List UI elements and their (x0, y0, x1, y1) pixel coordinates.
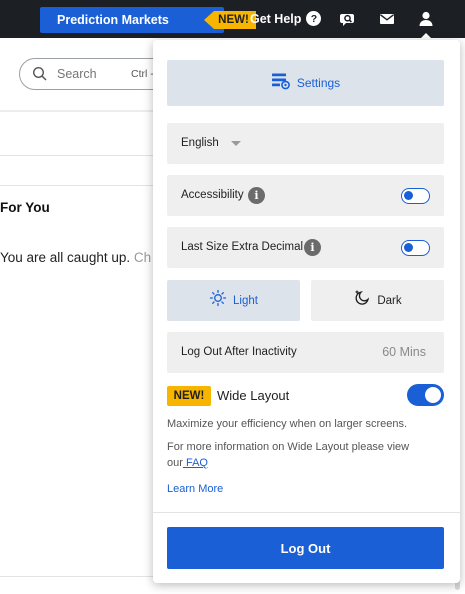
last-size-label: Last Size Extra Decimal (181, 241, 304, 253)
wide-layout-new-badge: NEW! (167, 386, 211, 406)
language-value: English (181, 137, 219, 149)
footer-divider (0, 576, 160, 577)
caught-up-text: You are all caught up. (0, 250, 131, 265)
toggle-knob (425, 387, 441, 403)
toggle-knob (404, 243, 413, 252)
question-circle-icon: ? (306, 11, 322, 26)
sun-icon (209, 289, 227, 312)
last-size-toggle[interactable] (401, 240, 430, 256)
wide-layout-title: Wide Layout (217, 388, 290, 403)
light-theme-button[interactable]: Light (167, 280, 300, 321)
header-divider (0, 110, 160, 112)
user-icon[interactable] (417, 10, 435, 28)
caught-up-message: You are all caught up. Ch (0, 250, 151, 265)
dark-theme-label: Dark (377, 294, 402, 307)
for-you-heading: For You (0, 200, 50, 215)
search-icon (32, 66, 48, 87)
panel-divider (153, 512, 460, 513)
account-settings-panel: Settings English Accessibility i Last Si… (153, 40, 460, 583)
dark-theme-button[interactable]: Dark (311, 280, 444, 321)
mail-icon[interactable] (378, 10, 396, 28)
info-icon[interactable]: i (248, 187, 265, 204)
learn-more-link[interactable]: Learn More (167, 483, 223, 495)
wide-layout-info-line-2: our FAQ (167, 457, 208, 469)
prediction-markets-button[interactable]: Prediction Markets NEW! (40, 7, 256, 33)
info-icon[interactable]: i (304, 239, 321, 256)
accessibility-label: Accessibility (181, 189, 244, 201)
toggle-knob (404, 191, 413, 200)
section-divider (0, 155, 160, 156)
search-placeholder: Search (57, 67, 97, 81)
moon-icon (353, 289, 371, 312)
settings-icon (271, 72, 291, 95)
new-badge: NEW! (204, 11, 256, 29)
prediction-markets-label: Prediction Markets (57, 13, 169, 27)
inactivity-label: Log Out After Inactivity (181, 346, 297, 358)
caught-up-faded-text: Ch (133, 250, 152, 265)
settings-button[interactable]: Settings (167, 60, 444, 106)
inactivity-value[interactable]: 60 Mins (382, 345, 426, 359)
accessibility-toggle[interactable] (401, 188, 430, 204)
inactivity-row: Log Out After Inactivity 60 Mins (167, 332, 444, 373)
get-help-button[interactable]: Get Help ? (250, 11, 322, 26)
section-divider (0, 185, 160, 186)
top-nav-bar: Prediction Markets NEW! Get Help ? (0, 0, 465, 40)
dropdown-caret (419, 33, 433, 40)
last-size-row: Last Size Extra Decimal i (167, 227, 444, 268)
chat-search-icon[interactable] (339, 10, 357, 28)
wide-layout-info-line: For more information on Wide Layout plea… (167, 441, 410, 453)
faq-link[interactable]: FAQ (183, 457, 208, 469)
wide-layout-info-prefix: our (167, 457, 183, 469)
search-shortcut-hint: Ctrl - (131, 68, 154, 80)
wide-layout-toggle[interactable] (407, 384, 444, 406)
log-out-button[interactable]: Log Out (167, 527, 444, 569)
language-select[interactable]: English (167, 123, 444, 164)
get-help-label: Get Help (250, 11, 302, 26)
wide-layout-description: Maximize your efficiency when on larger … (167, 418, 408, 430)
light-theme-label: Light (233, 294, 258, 307)
settings-label: Settings (296, 76, 341, 90)
accessibility-row: Accessibility i (167, 175, 444, 216)
chevron-down-icon (231, 141, 241, 146)
